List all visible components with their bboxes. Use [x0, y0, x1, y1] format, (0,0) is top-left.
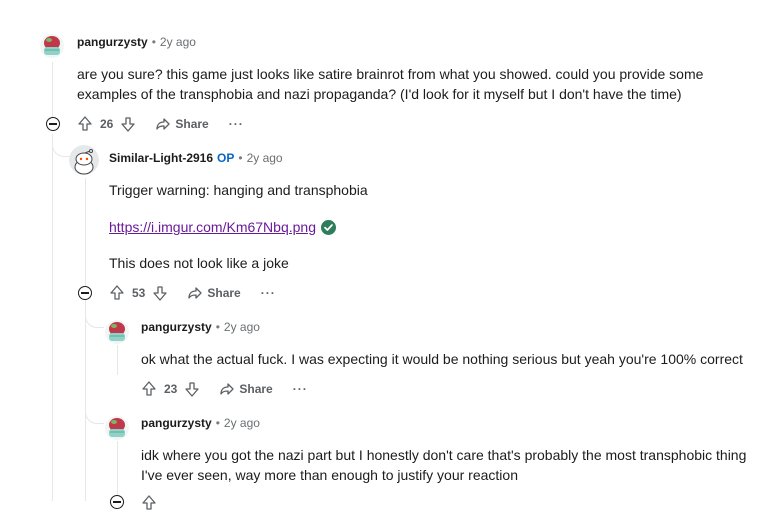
avatar[interactable] [105, 320, 129, 344]
thread-connector [52, 134, 71, 157]
share-arrow-icon [220, 383, 235, 395]
arrow-up-icon[interactable] [140, 380, 158, 398]
comment-text-line: idk where you got the nazi part but I ho… [141, 447, 747, 463]
vote-score: 26 [100, 117, 114, 131]
share-label: Share [239, 382, 273, 396]
share-button[interactable]: Share [187, 285, 241, 301]
avatar[interactable] [69, 145, 99, 175]
collapse-thread-button[interactable] [110, 495, 124, 509]
author-name[interactable]: pangurzysty [77, 35, 148, 49]
share-button[interactable]: Share [219, 381, 273, 397]
comment-body: are you sure? this game just looks like … [77, 64, 767, 104]
separator-dot: • [151, 35, 156, 49]
share-arrow-icon [156, 118, 171, 130]
more-options-button[interactable]: ··· [293, 382, 308, 396]
avatar[interactable] [40, 34, 64, 58]
comment-body: ok what the actual fuck. I was expecting… [141, 351, 743, 367]
avatar[interactable] [105, 416, 129, 440]
thread-connector [85, 300, 104, 328]
timestamp[interactable]: 2y ago [224, 320, 260, 334]
share-label: Share [207, 286, 241, 300]
comment-meta: pangurzysty • 2y ago [141, 318, 260, 336]
thread-line [52, 134, 53, 501]
timestamp[interactable]: 2y ago [247, 151, 283, 165]
share-arrow-icon [188, 287, 203, 299]
share-button[interactable]: Share [155, 116, 209, 132]
comment-body: idk where you got the nazi part but I ho… [141, 445, 771, 485]
vote-score: 23 [164, 382, 178, 396]
comment-link-line: https://i.imgur.com/Km67Nbq.png [109, 217, 336, 237]
separator-dot: • [238, 151, 243, 165]
more-options-button[interactable]: ··· [229, 117, 244, 131]
separator-dot: • [215, 416, 220, 430]
arrow-down-icon[interactable] [119, 115, 137, 133]
vote-score: 53 [132, 286, 146, 300]
author-name[interactable]: pangurzysty [141, 416, 212, 430]
arrow-up-icon[interactable] [108, 284, 126, 302]
timestamp[interactable]: 2y ago [224, 416, 260, 430]
thread-line [117, 345, 118, 375]
arrow-up-icon[interactable] [76, 115, 94, 133]
comment-text-line: This does not look like a joke [109, 255, 289, 271]
comment-meta: pangurzysty • 2y ago [141, 414, 260, 432]
comment-actions: 23 Share ··· [140, 378, 308, 400]
op-badge: OP [217, 151, 235, 165]
check-circle-icon [321, 219, 336, 235]
collapse-thread-button[interactable] [46, 117, 60, 131]
author-name[interactable]: Similar-Light-2916 [109, 151, 213, 165]
arrow-down-icon[interactable] [183, 380, 201, 398]
thread-line [117, 441, 118, 501]
arrow-down-icon[interactable] [151, 284, 169, 302]
thread-connector [85, 395, 104, 424]
comment-meta: Similar-Light-2916 OP • 2y ago [109, 149, 283, 167]
comment-actions: 26 Share ··· [76, 113, 244, 135]
thread-line [85, 178, 86, 286]
comment-meta: pangurzysty • 2y ago [77, 33, 196, 51]
author-name[interactable]: pangurzysty [141, 320, 212, 334]
comment-text-line: are you sure? this game just looks like … [77, 66, 704, 82]
comment-text-line: Trigger warning: hanging and transphobia [109, 182, 368, 198]
comment-actions: 53 Share ··· [108, 282, 276, 304]
more-options-button[interactable]: ··· [261, 286, 276, 300]
comment-text-line: examples of the transphobia and nazi pro… [77, 86, 682, 102]
timestamp[interactable]: 2y ago [160, 35, 196, 49]
share-label: Share [175, 117, 209, 131]
comment-actions-partial [140, 492, 158, 514]
image-link[interactable]: https://i.imgur.com/Km67Nbq.png [109, 217, 316, 237]
collapse-thread-button[interactable] [78, 286, 92, 300]
comment-text-line: I've ever seen, way more than enough to … [141, 467, 518, 483]
separator-dot: • [215, 320, 220, 334]
arrow-up-icon[interactable] [140, 494, 158, 512]
